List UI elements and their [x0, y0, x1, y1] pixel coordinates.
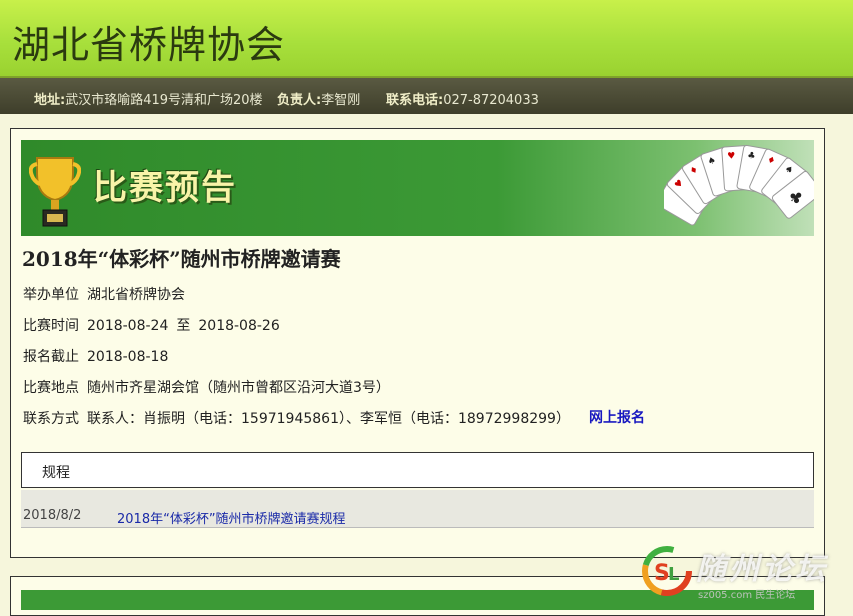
tab-rules[interactable]: 规程 — [42, 462, 70, 482]
forum-logo-icon: S L — [642, 546, 692, 596]
svg-text:♥: ♥ — [727, 151, 736, 162]
organizer-value: 湖北省桥牌协会 — [87, 287, 185, 303]
deadline-label: 报名截止 — [23, 349, 79, 365]
start-date: 2018-08-24 — [87, 318, 169, 334]
match-time-label: 比赛时间 — [23, 318, 79, 334]
trophy-icon — [29, 157, 81, 227]
venue-value: 随州市齐星湖会馆（随州市曾都区沿河大道3号） — [87, 380, 390, 396]
end-date: 2018-08-26 — [198, 318, 280, 334]
date-separator: 至 — [176, 318, 191, 334]
organizer-label: 举办单位 — [23, 287, 79, 303]
event-title: 2018年“体彩杯”随州市桥牌邀请赛 — [22, 247, 341, 271]
contact-label: 负责人: — [277, 93, 322, 108]
phone-info: 联系电话:027-87204033 — [386, 89, 539, 108]
online-signup-link[interactable]: 网上报名 — [589, 407, 645, 427]
site-header: 湖北省桥牌协会 — [0, 0, 853, 76]
banner-title: 比赛预告 — [93, 168, 237, 208]
venue-row: 比赛地点 随州市齐星湖会馆（随州市曾都区沿河大道3号） — [23, 377, 390, 397]
venue-label: 比赛地点 — [23, 380, 79, 396]
contact-details: 联系人：肖振明（电话：15971945861）、李军恒（电话：189729982… — [87, 411, 570, 427]
svg-text:L: L — [668, 564, 679, 585]
match-preview-banner: 比赛预告 ♥ ♦ ♠ ♥ ♣ ♦ ♠ ♣ — [21, 140, 814, 236]
document-row: 2018/8/2 2018年“体彩杯”随州市桥牌邀请赛规程 — [21, 490, 814, 528]
phone-value: 027-87204033 — [443, 93, 539, 108]
document-link[interactable]: 2018年“体彩杯”随州市桥牌邀请赛规程 — [117, 508, 346, 527]
address-label: 地址: — [34, 93, 66, 108]
watermark-text: 随州论坛 — [696, 552, 828, 587]
document-date: 2018/8/2 — [23, 508, 82, 523]
svg-text:♣: ♣ — [747, 151, 757, 162]
match-time-row: 比赛时间 2018-08-24 至 2018-08-26 — [23, 315, 280, 335]
deadline-value: 2018-08-18 — [87, 349, 169, 365]
contact-method-label: 联系方式 — [23, 411, 79, 427]
info-bar: 地址:武汉市珞喻路419号清和广场20楼 负责人:李智刚 联系电话:027-87… — [0, 76, 853, 114]
address-info: 地址:武汉市珞喻路419号清和广场20楼 — [34, 89, 263, 108]
playing-cards-icon: ♥ ♦ ♠ ♥ ♣ ♦ ♠ ♣ — [664, 144, 814, 226]
contact-info: 负责人:李智刚 — [277, 89, 360, 108]
contact-value: 李智刚 — [321, 93, 361, 108]
rules-tab-box: 规程 — [21, 452, 814, 488]
phone-label: 联系电话: — [386, 93, 444, 108]
contact-row: 联系方式 联系人：肖振明（电话：15971945861）、李军恒（电话：18972… — [23, 408, 570, 428]
site-title: 湖北省桥牌协会 — [12, 23, 286, 67]
watermark-subtext: sz005.com 民生论坛 — [698, 590, 796, 601]
address-value: 武汉市珞喻路419号清和广场20楼 — [65, 93, 263, 108]
forum-watermark: S L 随州论坛 sz005.com 民生论坛 — [638, 542, 853, 604]
organizer-row: 举办单位 湖北省桥牌协会 — [23, 284, 185, 304]
deadline-row: 报名截止 2018-08-18 — [23, 346, 168, 366]
